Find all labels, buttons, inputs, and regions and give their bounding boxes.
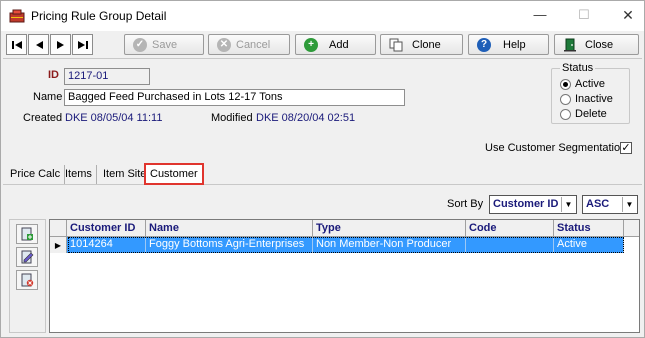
add-document-icon [21, 227, 33, 241]
delete-row-button[interactable] [16, 270, 38, 290]
radio-icon [560, 93, 571, 105]
plus-icon: + [304, 37, 318, 52]
header-indicator [50, 220, 67, 237]
sort-by-label: Sort By [447, 198, 484, 210]
status-inactive-label: Inactive [575, 93, 613, 105]
help-icon: ? [477, 37, 491, 52]
next-record-button[interactable] [50, 34, 71, 55]
title-bar: Pricing Rule Group Detail — ☐ ✕ [1, 1, 644, 31]
status-legend: Status [560, 62, 596, 74]
first-icon [11, 40, 22, 49]
chevron-down-icon: ▼ [561, 197, 575, 212]
sort-direction-value: ASC [586, 198, 610, 210]
status-delete-label: Delete [575, 108, 607, 120]
edit-icon [21, 250, 34, 264]
created-value: DKE 08/05/04 11:11 [65, 112, 163, 124]
tab-strip: Price Calc Items Item Site Customer [3, 163, 642, 185]
exit-door-icon [564, 38, 576, 51]
name-label: Name [33, 91, 63, 103]
clone-label: Clone [412, 38, 441, 51]
toolbar: ✓ Save ✕ Cancel + Add Clone ? Help Close [1, 31, 644, 57]
status-active-label: Active [575, 78, 605, 90]
chevron-down-icon: ▼ [622, 197, 636, 212]
cancel-label: Cancel [236, 38, 271, 51]
help-button[interactable]: ? Help [468, 34, 549, 55]
created-label: Created [23, 112, 63, 124]
window-title: Pricing Rule Group Detail [31, 9, 167, 23]
save-label: Save [152, 38, 178, 51]
window-close-button[interactable]: ✕ [618, 6, 638, 24]
status-group: Status Active Inactive Delete [551, 62, 630, 124]
copy-icon [389, 38, 403, 51]
cell-type[interactable]: Non Member-Non Producer [313, 237, 466, 253]
last-record-button[interactable] [72, 34, 93, 55]
column-header-status[interactable]: Status [554, 220, 624, 237]
current-row-arrow-icon: ▶ [50, 237, 67, 253]
help-label: Help [503, 38, 526, 51]
first-record-button[interactable] [6, 34, 27, 55]
save-button[interactable]: ✓ Save [124, 34, 204, 55]
sort-field-select[interactable]: Customer ID ▼ [489, 195, 577, 214]
app-icon [9, 9, 25, 23]
table-row[interactable]: ▶ 1014264 Foggy Bottoms Agri-Enterprises… [50, 237, 639, 253]
add-row-button[interactable] [16, 224, 38, 244]
status-inactive-radio[interactable]: Inactive [560, 93, 613, 105]
modified-label: Modified [211, 112, 253, 124]
last-icon [77, 40, 88, 49]
use-segmentation-label: Use Customer Segmentation [485, 142, 627, 154]
add-button[interactable]: + Add [295, 34, 376, 55]
cell-customer-id[interactable]: 1014264 [67, 237, 146, 253]
grid-header: Customer ID Name Type Code Status [50, 220, 639, 237]
add-label: Add [329, 38, 349, 51]
delete-document-icon [21, 273, 34, 287]
column-header-code[interactable]: Code [466, 220, 554, 237]
maximize-button[interactable]: ☐ [574, 6, 594, 24]
column-header-customer-id[interactable]: Customer ID [67, 220, 146, 237]
column-header-type[interactable]: Type [313, 220, 466, 237]
sort-direction-select[interactable]: ASC ▼ [582, 195, 638, 214]
cell-name[interactable]: Foggy Bottoms Agri-Enterprises [146, 237, 313, 253]
radio-icon [560, 108, 571, 120]
modified-value: DKE 08/20/04 02:51 [256, 112, 356, 124]
cancel-button[interactable]: ✕ Cancel [208, 34, 290, 55]
close-button[interactable]: Close [554, 34, 639, 55]
radio-selected-icon [560, 78, 571, 90]
id-field[interactable]: 1217-01 [64, 68, 150, 85]
name-field[interactable]: Bagged Feed Purchased in Lots 12-17 Tons [64, 89, 405, 106]
next-icon [56, 40, 64, 49]
tab-customer[interactable]: Customer [144, 163, 204, 185]
close-label: Close [585, 38, 614, 51]
sort-field-value: Customer ID [493, 198, 559, 210]
tab-items[interactable]: Items [61, 165, 97, 184]
customer-grid: Customer ID Name Type Code Status ▶ 1014… [49, 219, 640, 333]
header-panel: ID 1217-01 Name Bagged Feed Purchased in… [3, 58, 642, 162]
row-actions-panel [9, 219, 46, 333]
tab-price-calc[interactable]: Price Calc [6, 165, 66, 184]
previous-record-button[interactable] [28, 34, 49, 55]
status-delete-radio[interactable]: Delete [560, 108, 607, 120]
cell-code[interactable] [466, 237, 554, 253]
check-icon: ✓ [133, 37, 147, 52]
cell-status[interactable]: Active [554, 237, 624, 253]
status-active-radio[interactable]: Active [560, 78, 605, 90]
use-segmentation-checkbox[interactable]: ✓ [620, 142, 632, 154]
clone-button[interactable]: Clone [380, 34, 463, 55]
cancel-icon: ✕ [217, 37, 231, 52]
window: Pricing Rule Group Detail — ☐ ✕ ✓ Save ✕… [0, 0, 645, 338]
previous-icon [35, 40, 43, 49]
minimize-button[interactable]: — [530, 6, 550, 24]
edit-row-button[interactable] [16, 247, 38, 267]
id-label: ID [48, 69, 59, 81]
column-header-name[interactable]: Name [146, 220, 313, 237]
